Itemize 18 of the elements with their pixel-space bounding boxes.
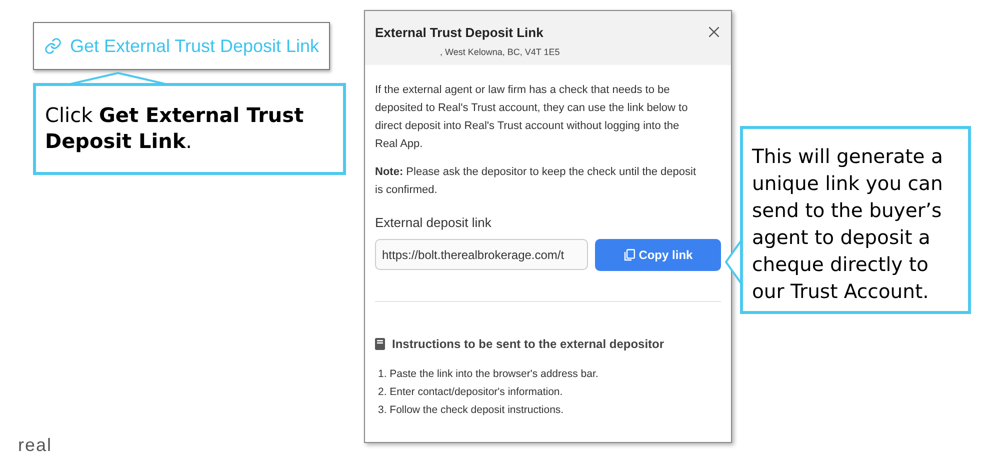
get-link-button[interactable]: Get External Trust Deposit Link xyxy=(33,22,330,70)
modal-title: External Trust Deposit Link xyxy=(375,24,544,42)
link-field[interactable]: https://bolt.therealbrokerage.com/t xyxy=(375,239,588,270)
logo: real xyxy=(18,434,52,457)
modal-subtitle: , West Kelowna, BC, V4T 1E5 xyxy=(440,46,561,58)
instruction-step: 3. Follow the check deposit instructions. xyxy=(378,400,721,418)
link-icon xyxy=(44,37,62,55)
instruction-step: 1. Paste the link into the browser's address bar. xyxy=(378,364,721,382)
book-icon xyxy=(375,338,385,350)
link-label: External deposit link xyxy=(375,214,492,232)
instructions-title: Instructions to be sent to the external depositor xyxy=(392,336,664,352)
copy-link-button[interactable]: Copy link xyxy=(595,238,721,270)
note-text: Note: Please ask the depositor to keep the check until the deposit is confirmed. xyxy=(375,165,698,198)
callout-box: This will generate a unique link you can send to the buyer’s agent to deposit a cheque directly to our Trust Account. xyxy=(740,126,971,314)
instruction-step: 2. Enter contact/depositor's information. xyxy=(378,382,721,400)
description-text: If the external agent or law firm has a check that needs to be deposited to Real's Trust account, they can use the link below to direct deposit into Real's Trust account without logging into the Real App. xyxy=(375,83,689,152)
close-icon[interactable] xyxy=(709,27,719,37)
copy-icon xyxy=(624,248,635,260)
